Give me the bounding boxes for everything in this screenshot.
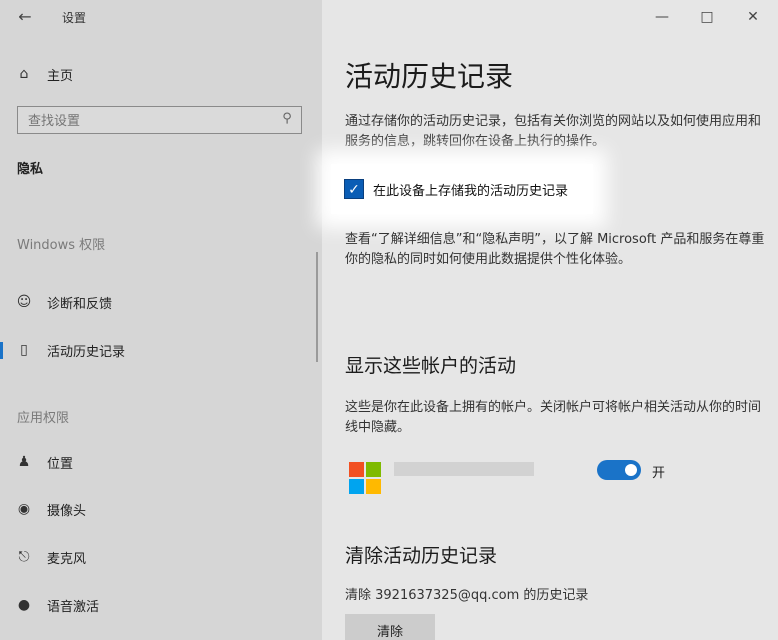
- title-bar: ← 设置: [0, 0, 322, 34]
- sidebar-item-label: 麦克风: [47, 551, 87, 567]
- accounts-heading: 显示这些帐户的活动: [345, 355, 517, 377]
- store-activity-option[interactable]: ✓ 在此设备上存储我的活动历史记录: [331, 164, 593, 214]
- toggle-knob: [625, 464, 637, 476]
- sidebar-item-location[interactable]: ♟ 位置: [0, 447, 318, 477]
- camera-icon: ◉: [17, 501, 31, 517]
- sidebar-item-label: 诊断和反馈: [47, 296, 113, 312]
- main-content: — □ ✕ 活动历史记录 通过存储你的活动历史记录，包括有关你浏览的网站以及如何…: [322, 0, 778, 640]
- app-title: 设置: [62, 11, 87, 25]
- microsoft-logo-icon: [349, 462, 381, 494]
- sidebar-item-microphone[interactable]: ⎋ 麦克风: [0, 542, 318, 572]
- app-permissions-label: 应用权限: [17, 411, 70, 426]
- store-activity-checkbox[interactable]: ✓: [344, 179, 364, 199]
- sidebar-item-label: 位置: [47, 456, 74, 472]
- sidebar-item-diagnostics[interactable]: ☺ 诊断和反馈: [0, 287, 318, 317]
- voice-activation-icon: ●: [17, 597, 31, 613]
- sidebar-item-label: 摄像头: [47, 503, 87, 519]
- sidebar-item-label: 语音激活: [47, 599, 100, 615]
- microphone-icon: ⎋: [18, 549, 30, 565]
- clear-button[interactable]: 清除: [345, 614, 435, 640]
- search-box[interactable]: ⚲: [17, 106, 302, 134]
- page-title: 活动历史记录: [345, 60, 514, 93]
- sidebar-item-home[interactable]: ⌂ 主页: [0, 59, 318, 89]
- feedback-person-icon: ☺: [16, 294, 32, 310]
- account-row: 开: [349, 460, 769, 498]
- privacy-heading: 隐私: [17, 162, 44, 177]
- minimize-icon: —: [655, 9, 669, 25]
- back-button[interactable]: ←: [14, 6, 36, 28]
- close-button[interactable]: ✕: [738, 6, 768, 28]
- timeline-icon: ▯: [20, 342, 28, 358]
- sidebar: ← 设置 ⌂ 主页 ⚲ 隐私 Windows 权限 ☺ 诊断和反馈 ▯ 活动历史…: [0, 0, 322, 640]
- search-icon[interactable]: ⚲: [279, 111, 295, 127]
- home-icon: ⌂: [19, 66, 29, 82]
- settings-window: ← 设置 ⌂ 主页 ⚲ 隐私 Windows 权限 ☺ 诊断和反馈 ▯ 活动历史…: [0, 0, 778, 640]
- close-icon: ✕: [747, 9, 759, 25]
- checkmark-icon: ✓: [348, 182, 360, 198]
- sidebar-item-camera[interactable]: ◉ 摄像头: [0, 494, 318, 524]
- search-input[interactable]: [26, 110, 270, 132]
- account-toggle[interactable]: [597, 460, 641, 480]
- maximize-icon: □: [700, 9, 714, 25]
- sidebar-scrollbar[interactable]: [316, 252, 318, 362]
- location-person-icon: ♟: [17, 454, 31, 470]
- clear-description: 清除 3921637325@qq.com 的历史记录: [345, 588, 589, 603]
- minimize-button[interactable]: —: [647, 6, 677, 28]
- account-toggle-label: 开: [652, 466, 666, 481]
- accounts-description: 这些是你在此设备上拥有的帐户。关闭帐户可将帐户相关活动从你的时间线中隐藏。: [345, 400, 762, 435]
- learn-more-text: 查看“了解详细信息”和“隐私声明”，以了解 Microsoft 产品和服务在尊重…: [345, 232, 765, 267]
- sidebar-item-label: 主页: [47, 68, 74, 84]
- clear-heading: 清除活动历史记录: [345, 545, 498, 567]
- windows-permissions-label: Windows 权限: [17, 238, 106, 253]
- maximize-button[interactable]: □: [692, 6, 722, 28]
- sidebar-item-voice-activation[interactable]: ● 语音激活: [0, 590, 318, 620]
- intro-text: 通过存储你的活动历史记录，包括有关你浏览的网站以及如何使用应用和服务的信息，跳转…: [345, 114, 762, 149]
- arrow-left-icon: ←: [18, 7, 32, 26]
- sidebar-item-label: 活动历史记录: [47, 344, 126, 360]
- store-activity-label[interactable]: 在此设备上存储我的活动历史记录: [373, 180, 568, 199]
- account-name-redacted: [394, 462, 534, 476]
- sidebar-item-activity-history[interactable]: ▯ 活动历史记录: [0, 335, 318, 365]
